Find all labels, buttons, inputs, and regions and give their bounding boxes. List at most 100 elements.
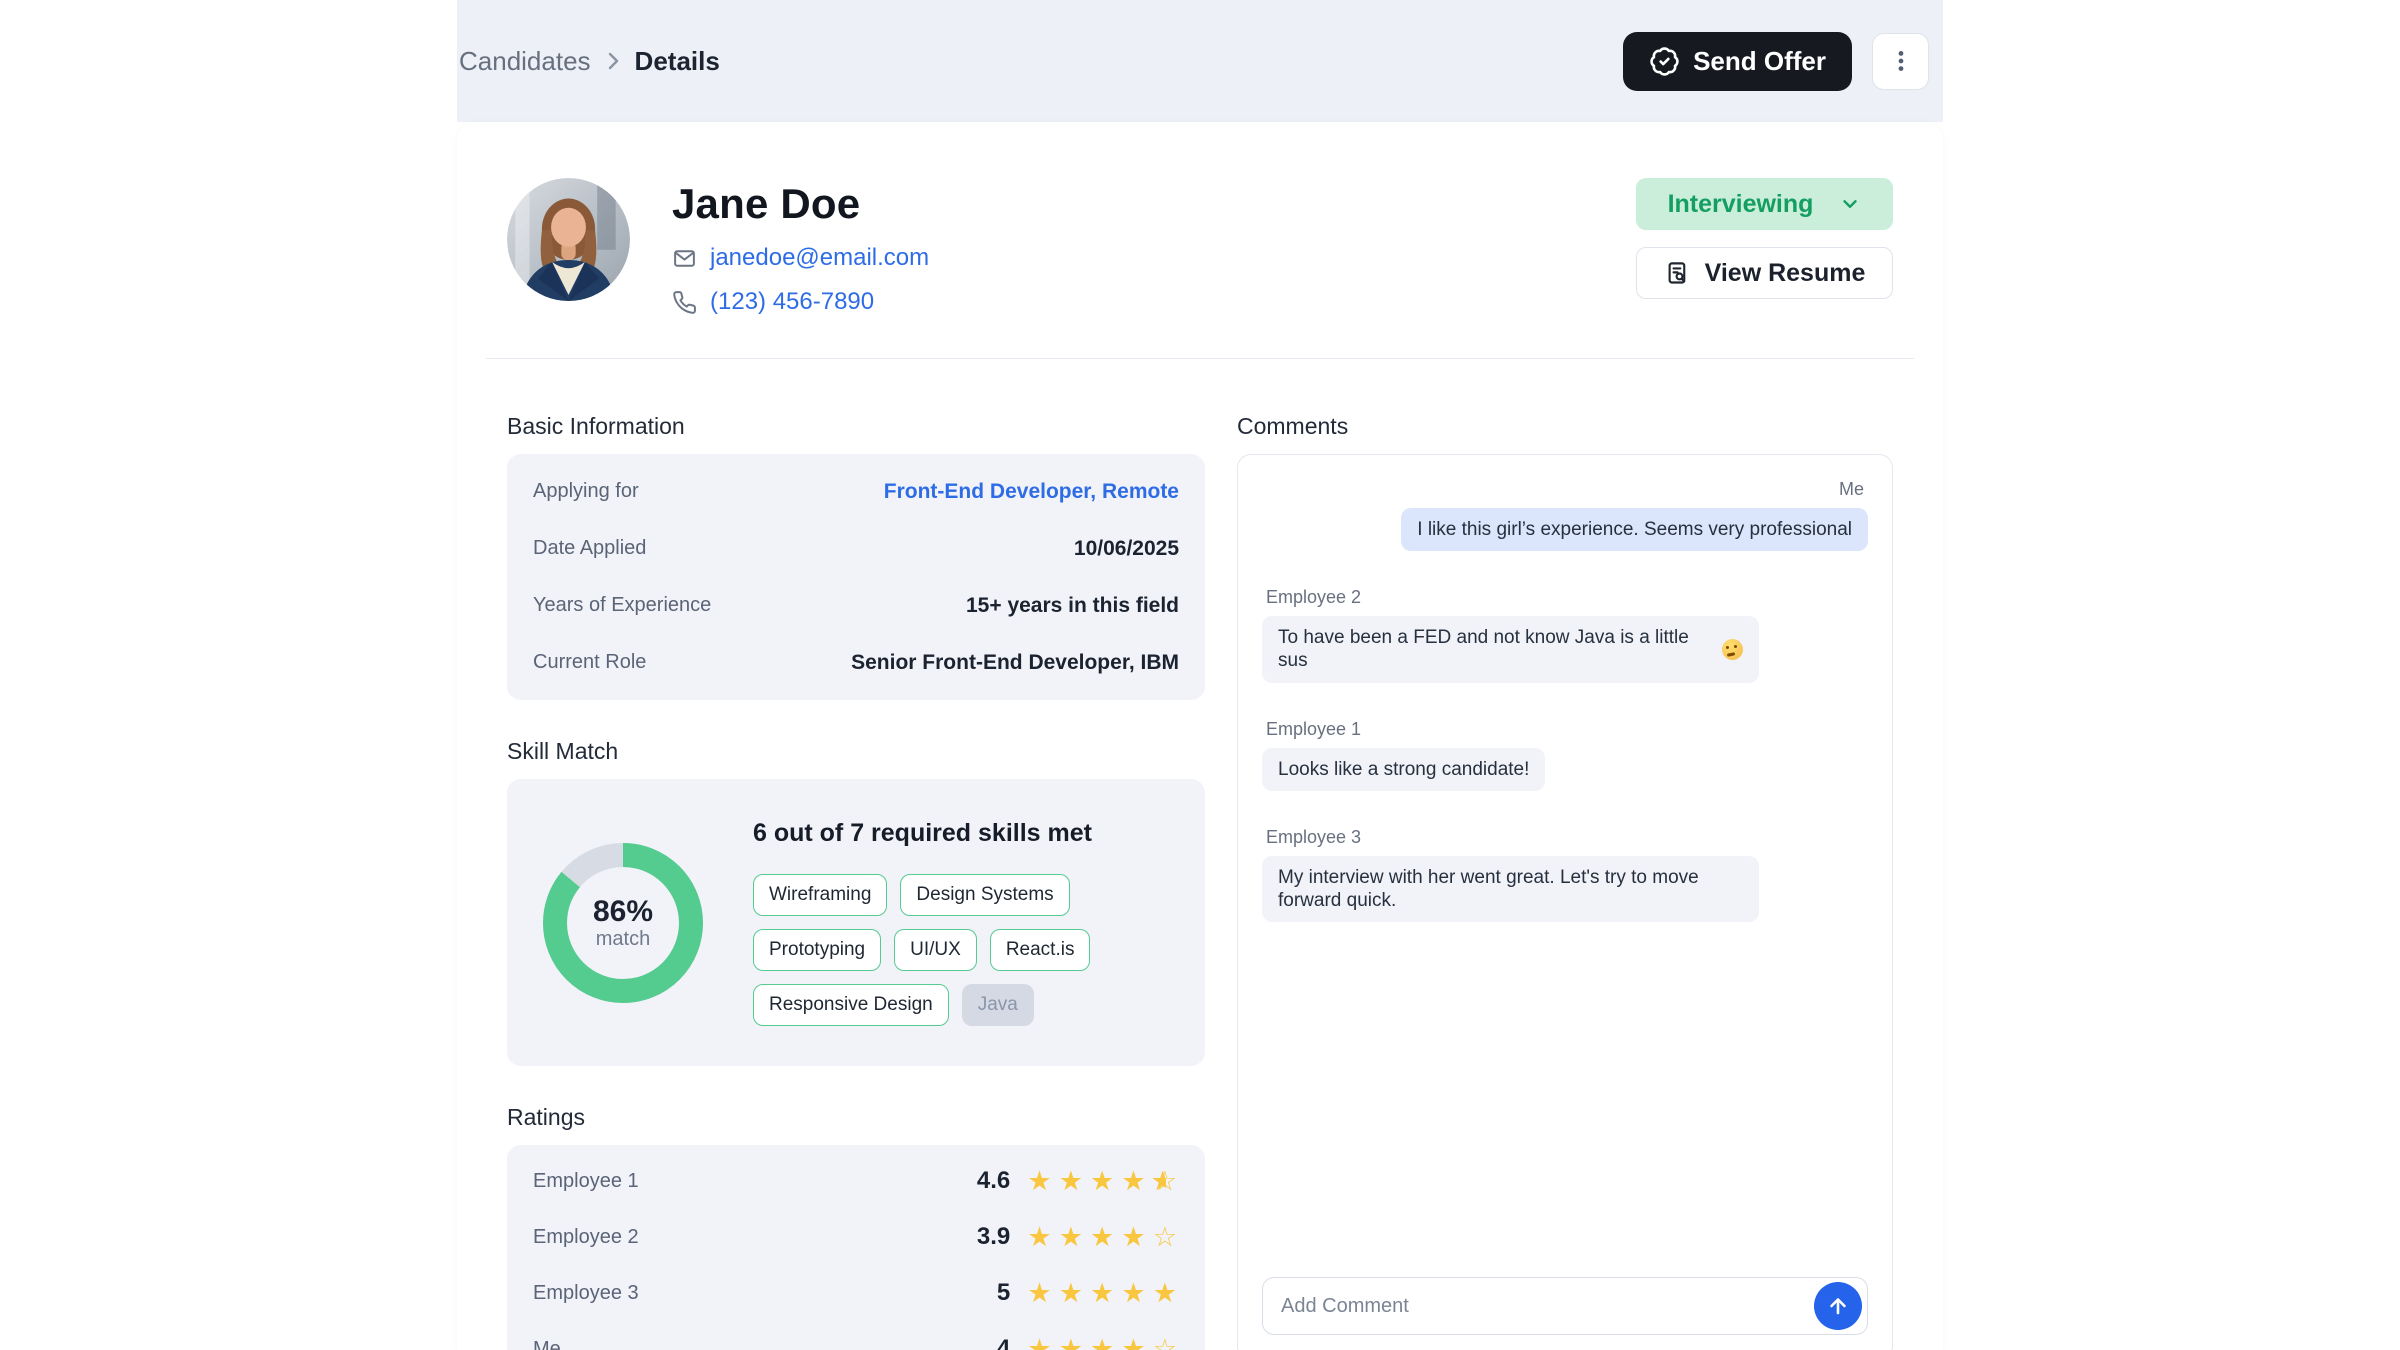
star-icon: ★ — [1151, 1280, 1179, 1307]
star-icon: ★ — [1025, 1280, 1053, 1307]
skill-chip: Wireframing — [753, 874, 887, 916]
star-icon: ☆ — [1151, 1336, 1179, 1350]
thinking-emoji — [1722, 639, 1743, 660]
star-icon: ★ — [1025, 1336, 1053, 1350]
rating-number: 3.9 — [977, 1223, 1010, 1251]
donut-center: 86% match — [543, 843, 703, 1003]
rating-value-group: 4★★★★☆ — [997, 1335, 1179, 1350]
skill-chip: Design Systems — [900, 874, 1069, 916]
avatar — [507, 178, 630, 301]
match-percent: 86% — [593, 895, 653, 928]
rating-value-group: 3.9★★★★☆ — [977, 1223, 1179, 1251]
email-row: janedoe@email.com — [672, 244, 929, 272]
match-label: match — [596, 928, 650, 950]
skill-chip: Responsive Design — [753, 984, 949, 1026]
comments-list[interactable]: Me I like this girl’s experience. Seems v… — [1262, 479, 1868, 1277]
star-icon: ★ — [1057, 1336, 1085, 1350]
info-label: Date Applied — [533, 537, 646, 560]
info-label: Years of Experience — [533, 594, 711, 617]
rating-value-group: 4.6★★★★☆★ — [977, 1167, 1179, 1195]
breadcrumb-details: Details — [635, 46, 720, 77]
phone-link[interactable]: (123) 456-7890 — [710, 288, 874, 316]
right-column: Comments Me I like this girl’s experience… — [1237, 359, 1893, 1350]
star-icon: ★ — [1119, 1224, 1147, 1251]
send-offer-label: Send Offer — [1693, 46, 1826, 77]
comments-title: Comments — [1237, 413, 1893, 440]
skill-chip: Prototyping — [753, 929, 881, 971]
phone-icon — [672, 290, 697, 315]
breadcrumb-candidates[interactable]: Candidates — [459, 46, 591, 77]
skill-match-title: Skill Match — [507, 738, 1205, 765]
rater-name: Me — [533, 1338, 561, 1350]
comment-text: My interview with her went great. Let's … — [1278, 866, 1743, 912]
add-comment-input[interactable] — [1262, 1277, 1868, 1335]
status-label: Interviewing — [1668, 190, 1814, 219]
star-icon: ★ — [1119, 1280, 1147, 1307]
info-value: 10/06/2025 — [1074, 537, 1179, 561]
left-column: Basic Information Applying for Front-End … — [507, 359, 1205, 1350]
rating-row: Employee 35★★★★★ — [533, 1265, 1179, 1321]
status-dropdown[interactable]: Interviewing — [1636, 178, 1893, 230]
info-row: Years of Experience 15+ years in this fie… — [533, 577, 1179, 634]
topbar-actions: Send Offer — [1623, 32, 1929, 91]
star-rating: ★★★★☆★ — [1025, 1168, 1179, 1195]
star-icon: ★ — [1088, 1336, 1116, 1350]
chevron-down-icon — [1839, 193, 1861, 215]
chevron-right-icon — [601, 49, 625, 73]
star-icon: ★ — [1088, 1168, 1116, 1195]
info-label: Applying for — [533, 480, 639, 503]
candidate-card: Jane Doe janedoe@email.com (123) 456-789… — [457, 122, 1943, 1350]
send-offer-button[interactable]: Send Offer — [1623, 32, 1852, 91]
star-icon: ★ — [1057, 1168, 1085, 1195]
main-grid: Basic Information Applying for Front-End … — [507, 359, 1893, 1350]
comment-author: Employee 1 — [1262, 719, 1365, 740]
star-rating: ★★★★☆ — [1025, 1336, 1179, 1350]
view-resume-button[interactable]: View Resume — [1636, 247, 1893, 299]
info-row: Date Applied 10/06/2025 — [533, 520, 1179, 577]
ratings-title: Ratings — [507, 1104, 1205, 1131]
comment-text: To have been a FED and not know Java is … — [1278, 626, 1715, 672]
star-icon: ☆ — [1151, 1224, 1179, 1251]
rater-name: Employee 3 — [533, 1282, 639, 1305]
info-value: Senior Front-End Developer, IBM — [851, 651, 1179, 675]
comment-group: Employee 1 Looks like a strong candidate! — [1262, 719, 1868, 791]
skill-chip: Java — [962, 984, 1034, 1026]
star-icon: ★ — [1119, 1336, 1147, 1350]
mail-icon — [672, 246, 697, 271]
rating-row: Me4★★★★☆ — [533, 1321, 1179, 1350]
skill-chip: React.is — [990, 929, 1091, 971]
skills-summary: 6 out of 7 required skills met Wireframi… — [753, 819, 1185, 1026]
star-icon: ★ — [1057, 1224, 1085, 1251]
comment-bubble: Looks like a strong candidate! — [1262, 748, 1545, 791]
star-icon: ★ — [1025, 1224, 1053, 1251]
more-options-button[interactable] — [1872, 33, 1929, 90]
phone-row: (123) 456-7890 — [672, 288, 929, 316]
file-search-icon — [1664, 260, 1691, 287]
skill-match-card: 86% match 6 out of 7 required skills met… — [507, 779, 1205, 1066]
applying-for-link[interactable]: Front-End Developer, Remote — [884, 480, 1179, 504]
info-value: 15+ years in this field — [966, 594, 1179, 618]
info-row: Applying for Front-End Developer, Remote — [533, 463, 1179, 520]
topbar: Candidates Details Send Offer — [457, 0, 1943, 122]
email-link[interactable]: janedoe@email.com — [710, 244, 929, 272]
basic-information-title: Basic Information — [507, 413, 1205, 440]
view-resume-label: View Resume — [1705, 259, 1866, 288]
rating-number: 4 — [997, 1335, 1010, 1350]
comment-text: Looks like a strong candidate! — [1278, 758, 1529, 781]
rater-name: Employee 2 — [533, 1226, 639, 1249]
basic-information-card: Applying for Front-End Developer, Remote D… — [507, 454, 1205, 700]
profile-info: Jane Doe janedoe@email.com (123) 456-789… — [672, 178, 929, 316]
avatar-photo — [507, 178, 630, 301]
comment-text: I like this girl’s experience. Seems ver… — [1417, 518, 1852, 541]
info-label: Current Role — [533, 651, 646, 674]
skill-chip: UI/UX — [894, 929, 977, 971]
badge-check-icon — [1649, 46, 1680, 77]
skill-chips: Wireframing Design Systems Prototyping UI/U… — [753, 874, 1185, 1026]
comment-input-row — [1262, 1277, 1868, 1335]
comment-author: Employee 2 — [1262, 587, 1365, 608]
star-icon: ★ — [1119, 1168, 1147, 1195]
comment-author: Me — [1835, 479, 1868, 500]
profile-header: Jane Doe janedoe@email.com (123) 456-789… — [507, 122, 1893, 316]
breadcrumb: Candidates Details — [459, 46, 720, 77]
send-comment-button[interactable] — [1814, 1282, 1862, 1330]
